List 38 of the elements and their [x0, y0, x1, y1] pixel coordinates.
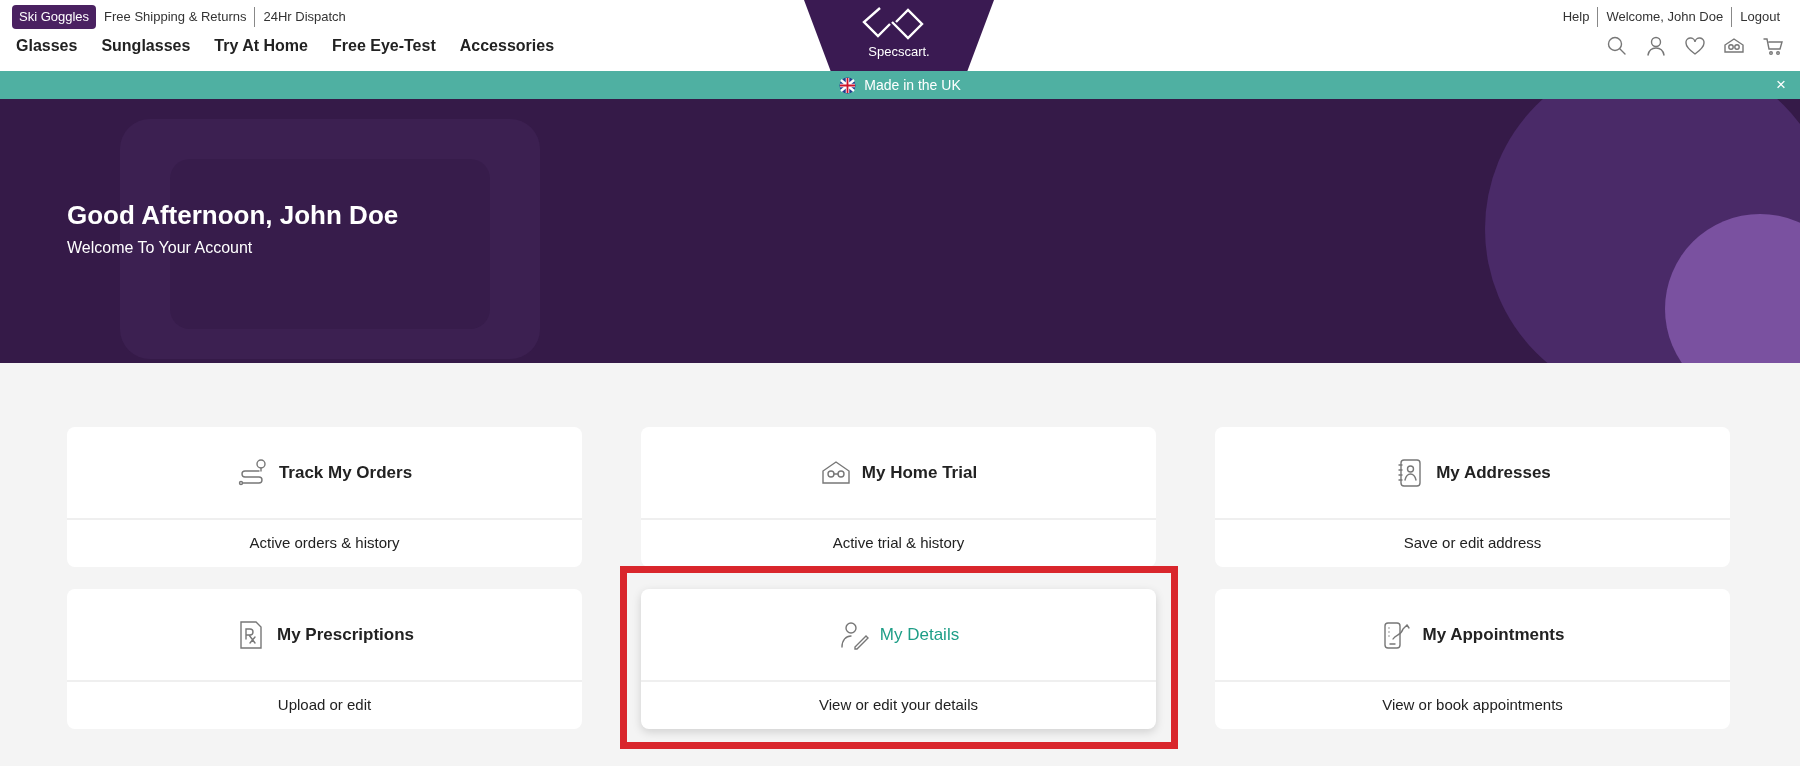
info-text: Free Shipping & Returns — [103, 8, 248, 27]
nav-link[interactable]: Glasses — [16, 34, 78, 58]
account-card[interactable]: My Home Trial Active trial & history — [641, 427, 1156, 567]
card-title: My Prescriptions — [277, 623, 414, 646]
account-link[interactable]: Help — [1554, 7, 1598, 27]
card-subtitle: Active orders & history — [249, 533, 400, 554]
card-subtitle: Active trial & history — [832, 533, 965, 554]
user-icon[interactable] — [1645, 35, 1667, 57]
hero-heading: Good Afternoon, John Doe — [67, 200, 400, 232]
account-card[interactable]: My Details View or edit your details — [641, 589, 1156, 729]
account-link[interactable]: Logout — [1731, 7, 1788, 27]
card-title: My Home Trial — [861, 461, 978, 484]
heart-icon[interactable] — [1684, 35, 1706, 57]
card-subtitle: Save or edit address — [1403, 533, 1542, 554]
card-title: My Addresses — [1436, 461, 1551, 484]
card-subtitle: Upload or edit — [277, 695, 372, 716]
cart-icon[interactable] — [1762, 35, 1784, 57]
promo-badge[interactable]: Ski Goggles — [12, 5, 97, 29]
account-card[interactable]: My Prescriptions Upload or edit — [67, 589, 582, 729]
banner-text: Made in the UK — [864, 75, 961, 95]
account-card[interactable]: My Addresses Save or edit address — [1215, 427, 1730, 567]
account-card[interactable]: Track My Orders Active orders & history — [67, 427, 582, 567]
hero-subtitle: Welcome To Your Account — [67, 238, 254, 259]
nav-link[interactable]: Try At Home — [214, 34, 308, 58]
search-icon[interactable] — [1606, 35, 1628, 57]
flag-icon — [839, 76, 857, 94]
card-subtitle: View or book appointments — [1382, 695, 1563, 716]
nav-link[interactable]: Accessories — [459, 34, 555, 58]
nav-link[interactable]: Sunglasses — [101, 34, 191, 58]
nav-link[interactable]: Free Eye-Test — [332, 34, 436, 58]
card-subtitle: View or edit your details — [819, 695, 978, 716]
card-title: My Appointments — [1422, 623, 1565, 646]
info-text: 24Hr Dispatch — [254, 7, 354, 27]
card-title: My Details — [879, 623, 960, 646]
logo-text: Specscart. — [868, 43, 930, 61]
card-title: Track My Orders — [278, 461, 413, 484]
account-card[interactable]: My Appointments View or book appointments — [1215, 589, 1730, 729]
account-link[interactable]: Welcome, John Doe — [1597, 7, 1732, 27]
